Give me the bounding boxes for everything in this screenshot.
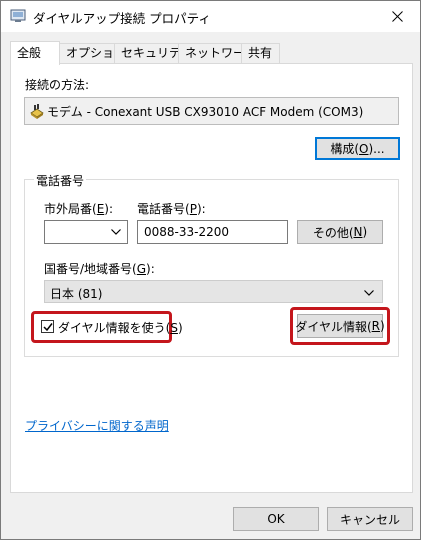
window-title: ダイヤルアップ接続 プロパティ (33, 11, 211, 26)
network-connection-icon (10, 9, 26, 22)
close-button[interactable] (374, 1, 420, 32)
country-label: 国番号/地域番号(G): (44, 262, 155, 276)
phone-group-title: 電話番号 (34, 172, 87, 189)
phone-number-group: 電話番号 市外局番(E): 電話番号(P): 0088-33-2200 その他(… (24, 172, 399, 357)
alternates-button[interactable]: その他(N) (297, 220, 383, 244)
title-bar: ダイヤルアップ接続 プロパティ (1, 1, 420, 32)
tab-security[interactable]: セキュリティ (114, 43, 192, 64)
checkmark-icon (43, 323, 53, 332)
tab-options[interactable]: オプション (59, 43, 126, 64)
ok-button[interactable]: OK (233, 507, 319, 531)
dialing-rules-button[interactable]: ダイヤル情報(R) (295, 314, 385, 338)
country-value: 日本 (81) (50, 287, 103, 301)
area-code-combo[interactable] (44, 220, 128, 244)
device-field: モデム - Conexant USB CX93010 ACF Modem (CO… (24, 97, 399, 125)
properties-window: ダイヤルアップ接続 プロパティ 全般 オプション セキュリティ ネットワーク 共… (0, 0, 421, 540)
device-name: モデム - Conexant USB CX93010 ACF Modem (CO… (47, 105, 364, 119)
use-dialing-rules-label[interactable]: ダイヤル情報を使う(S) (58, 319, 183, 336)
connect-using-label: 接続の方法: (25, 78, 90, 92)
area-code-label: 市外局番(E): (44, 202, 114, 216)
chevron-down-icon (111, 229, 121, 235)
configure-button[interactable]: 構成(O)... (315, 137, 400, 160)
cancel-button[interactable]: キャンセル (327, 507, 413, 531)
tab-sharing[interactable]: 共有 (241, 43, 280, 64)
chevron-down-icon (364, 290, 374, 296)
general-tab-panel: 接続の方法: モデム - Conexant USB CX93010 ACF Mo… (10, 63, 413, 493)
tab-general[interactable]: 全般 (10, 41, 60, 65)
modem-icon (30, 104, 44, 119)
privacy-statement-link[interactable]: プライバシーに関する声明 (25, 417, 169, 434)
use-dialing-rules-checkbox[interactable] (41, 320, 54, 333)
close-icon (391, 11, 403, 22)
country-select[interactable]: 日本 (81) (44, 280, 383, 303)
phone-number-label: 電話番号(P): (137, 202, 206, 216)
phone-number-input[interactable]: 0088-33-2200 (137, 220, 288, 244)
tab-networking[interactable]: ネットワーク (178, 43, 257, 64)
